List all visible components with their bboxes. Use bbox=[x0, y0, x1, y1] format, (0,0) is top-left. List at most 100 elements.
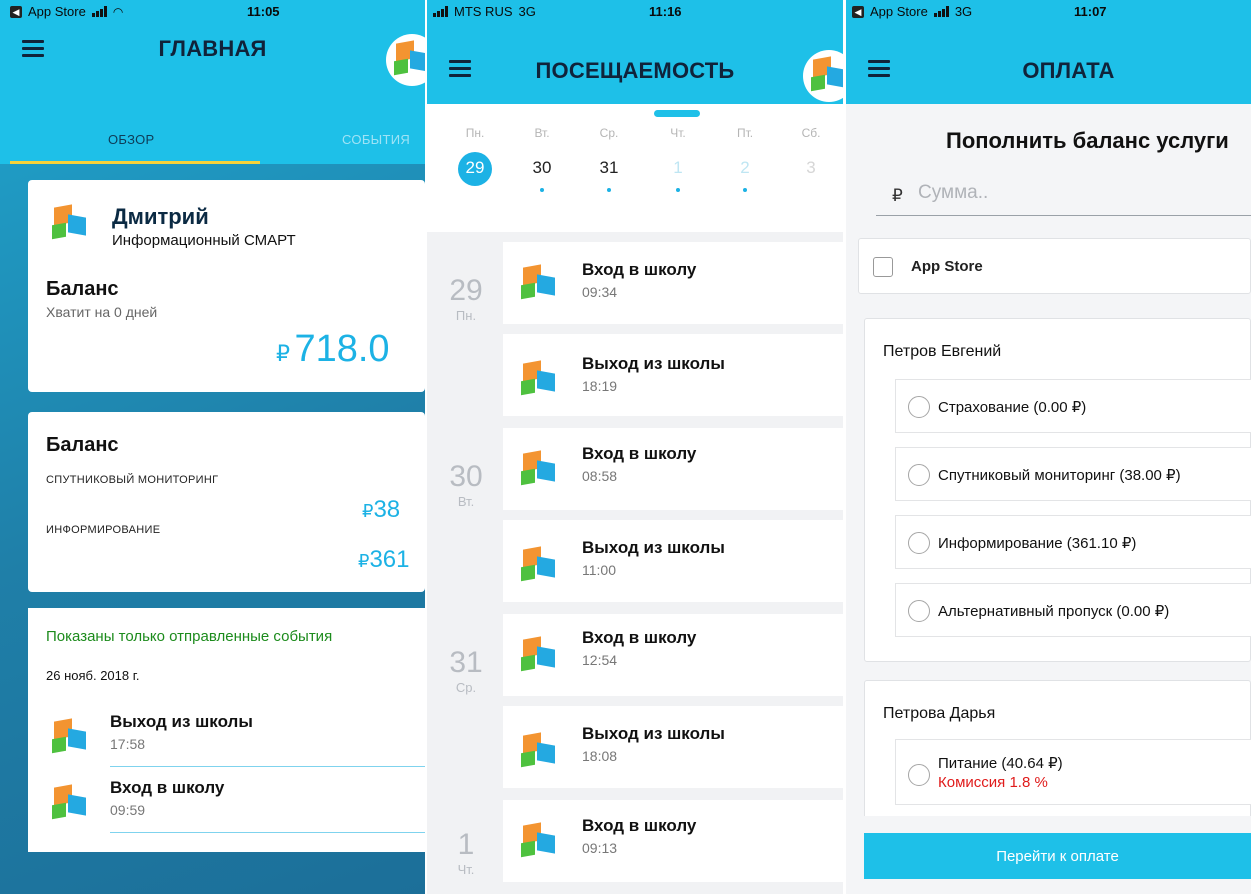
event-time: 18:19 bbox=[582, 378, 618, 394]
avatar[interactable] bbox=[803, 50, 843, 102]
date-weekday: Чт. bbox=[457, 862, 475, 877]
cube-logo-icon bbox=[392, 40, 425, 80]
profile-name: Дмитрий bbox=[112, 204, 209, 229]
weekday-label: Пн. bbox=[465, 126, 485, 140]
commission-label: Комиссия 1.8 % bbox=[938, 774, 1048, 791]
status-carrier: MTS RUS bbox=[454, 4, 513, 19]
signal-icon bbox=[433, 6, 448, 17]
event-time: 17:58 bbox=[110, 736, 146, 752]
person-group: Петров Евгений Страхование (0.00 ₽) Спут… bbox=[864, 318, 1251, 662]
status-time: 11:05 bbox=[247, 4, 280, 19]
payment-method-row[interactable]: App Store bbox=[858, 238, 1251, 294]
page-title: ГЛАВНАЯ bbox=[158, 36, 267, 61]
pay-button[interactable]: Перейти к оплате bbox=[864, 833, 1251, 879]
status-bar: MTS RUS 3G 11:16 bbox=[427, 0, 843, 24]
cube-logo-icon bbox=[50, 204, 90, 244]
appstore-checkbox[interactable] bbox=[873, 257, 893, 277]
divider bbox=[110, 766, 425, 767]
event-time: 09:34 bbox=[582, 284, 618, 300]
radio-button[interactable] bbox=[908, 600, 930, 622]
day-number[interactable]: 29 bbox=[455, 158, 495, 178]
event-title: Выход из школы bbox=[582, 724, 725, 743]
cube-logo-icon bbox=[50, 784, 90, 824]
day-number[interactable]: 1 bbox=[658, 158, 698, 178]
event-time: 18:08 bbox=[582, 748, 618, 764]
day-dot bbox=[473, 188, 477, 192]
services-balance-heading: Баланс bbox=[46, 434, 119, 456]
balance-amount: ₽ 718.0 bbox=[276, 328, 390, 371]
day-number[interactable]: 30 bbox=[522, 158, 562, 178]
attendance-list: 29 Пн. 30 Вт. 31 Ср. 1 Чт. Вход в школу … bbox=[427, 232, 843, 894]
services-balance-card[interactable]: Баланс СПУТНИКОВЫЙ МОНИТОРИНГ ₽38 ИНФОРМ… bbox=[28, 412, 425, 592]
service-option[interactable]: Альтернативный пропуск (0.00 ₽) bbox=[895, 583, 1251, 637]
events-date: 26 нояб. 2018 г. bbox=[46, 668, 140, 683]
ruble-icon: ₽ bbox=[892, 186, 903, 205]
radio-button[interactable] bbox=[908, 464, 930, 486]
cube-logo-icon bbox=[519, 732, 559, 772]
event-time: 11:00 bbox=[582, 562, 616, 578]
service-amount: ₽38 bbox=[362, 496, 400, 524]
list-item[interactable]: Выход из школы 18:08 bbox=[503, 706, 843, 788]
list-item[interactable]: Вход в школу 08:58 bbox=[503, 428, 843, 510]
person-group: Петрова Дарья Питание (40.64 ₽) Комиссия… bbox=[864, 680, 1251, 820]
currency-symbol: ₽ bbox=[358, 551, 370, 571]
cube-logo-icon bbox=[809, 56, 843, 96]
balance-note: Хватит на 0 дней bbox=[46, 304, 158, 320]
event-title: Вход в школу bbox=[582, 628, 697, 647]
day-number[interactable]: 3 bbox=[791, 158, 831, 178]
day-dot bbox=[607, 188, 611, 192]
back-app-icon[interactable]: ◀ bbox=[10, 5, 22, 18]
service-option[interactable]: Питание (40.64 ₽) Комиссия 1.8 % bbox=[895, 739, 1251, 805]
list-item[interactable]: Вход в школу 09:34 bbox=[503, 242, 843, 324]
service-value: 361 bbox=[369, 546, 410, 573]
list-item[interactable]: Выход из школы 11:00 bbox=[503, 520, 843, 602]
radio-button[interactable] bbox=[908, 396, 930, 418]
date-number: 31 bbox=[449, 646, 483, 679]
events-card: Показаны только отправленные события 26 … bbox=[28, 608, 425, 852]
balance-card[interactable]: Дмитрий Информационный СМАРТ Баланс Хват… bbox=[28, 180, 425, 392]
back-app-icon[interactable]: ◀ bbox=[852, 5, 864, 18]
screen-main: ◀ App Store ◠ 11:05 ГЛАВНАЯ ОБЗОР СОБЫТИ… bbox=[0, 0, 425, 894]
payment-method-label: App Store bbox=[911, 258, 983, 275]
day-number[interactable]: 2 bbox=[725, 158, 765, 178]
person-name: Петрова Дарья bbox=[883, 705, 996, 722]
list-item[interactable]: Выход из школы 18:19 bbox=[503, 334, 843, 416]
event-title: Вход в школу bbox=[582, 444, 697, 463]
cube-logo-icon bbox=[519, 822, 559, 862]
page-title: ПОСЕЩАЕМОСТЬ bbox=[535, 58, 735, 83]
signal-icon bbox=[91, 6, 107, 17]
list-item[interactable]: Вход в школу 12:54 bbox=[503, 614, 843, 696]
day-number[interactable]: 31 bbox=[589, 158, 629, 178]
drag-handle[interactable] bbox=[654, 110, 700, 117]
tab-indicator bbox=[10, 161, 260, 164]
radio-button[interactable] bbox=[908, 532, 930, 554]
date-number: 29 bbox=[449, 274, 483, 307]
app-bar: ПОСЕЩАЕМОСТЬ bbox=[427, 24, 843, 104]
service-name: ИНФОРМИРОВАНИЕ bbox=[46, 524, 161, 536]
sum-input[interactable] bbox=[918, 182, 1218, 204]
date-weekday: Вт. bbox=[457, 494, 475, 509]
service-option-label: Альтернативный пропуск (0.00 ₽) bbox=[938, 603, 1170, 620]
signal-icon bbox=[933, 6, 949, 17]
date-number: 30 bbox=[449, 460, 483, 493]
service-option[interactable]: Страхование (0.00 ₽) bbox=[895, 379, 1251, 433]
screen-attendance: MTS RUS 3G 11:16 ПОСЕЩАЕМОСТЬ Пн. 29 Вт.… bbox=[427, 0, 843, 894]
radio-button[interactable] bbox=[908, 764, 930, 786]
service-amount: ₽361 bbox=[358, 546, 410, 574]
service-option[interactable]: Спутниковый мониторинг (38.00 ₽) bbox=[895, 447, 1251, 501]
person-name: Петров Евгений bbox=[883, 343, 1002, 360]
event-title: Выход из школы bbox=[582, 354, 725, 373]
list-item[interactable]: Вход в школу 09:13 bbox=[503, 800, 843, 882]
day-dot bbox=[743, 188, 747, 192]
divider bbox=[110, 832, 425, 833]
week-strip: Пн. 29 Вт. 30 Ср. 31 Чт. 1 Пт. 2 Сб. 3 bbox=[427, 104, 843, 232]
date-group-label: 1 Чт. bbox=[441, 828, 491, 877]
day-dot bbox=[676, 188, 680, 192]
tab-events[interactable]: СОБЫТИЯ bbox=[342, 132, 410, 147]
cube-logo-icon bbox=[519, 636, 559, 676]
service-option[interactable]: Информирование (361.10 ₽) bbox=[895, 515, 1251, 569]
service-value: 38 bbox=[373, 496, 401, 523]
tab-overview[interactable]: ОБЗОР bbox=[108, 132, 155, 147]
avatar[interactable] bbox=[386, 34, 425, 86]
status-bar: ◀ App Store ◠ 11:05 bbox=[0, 0, 425, 24]
